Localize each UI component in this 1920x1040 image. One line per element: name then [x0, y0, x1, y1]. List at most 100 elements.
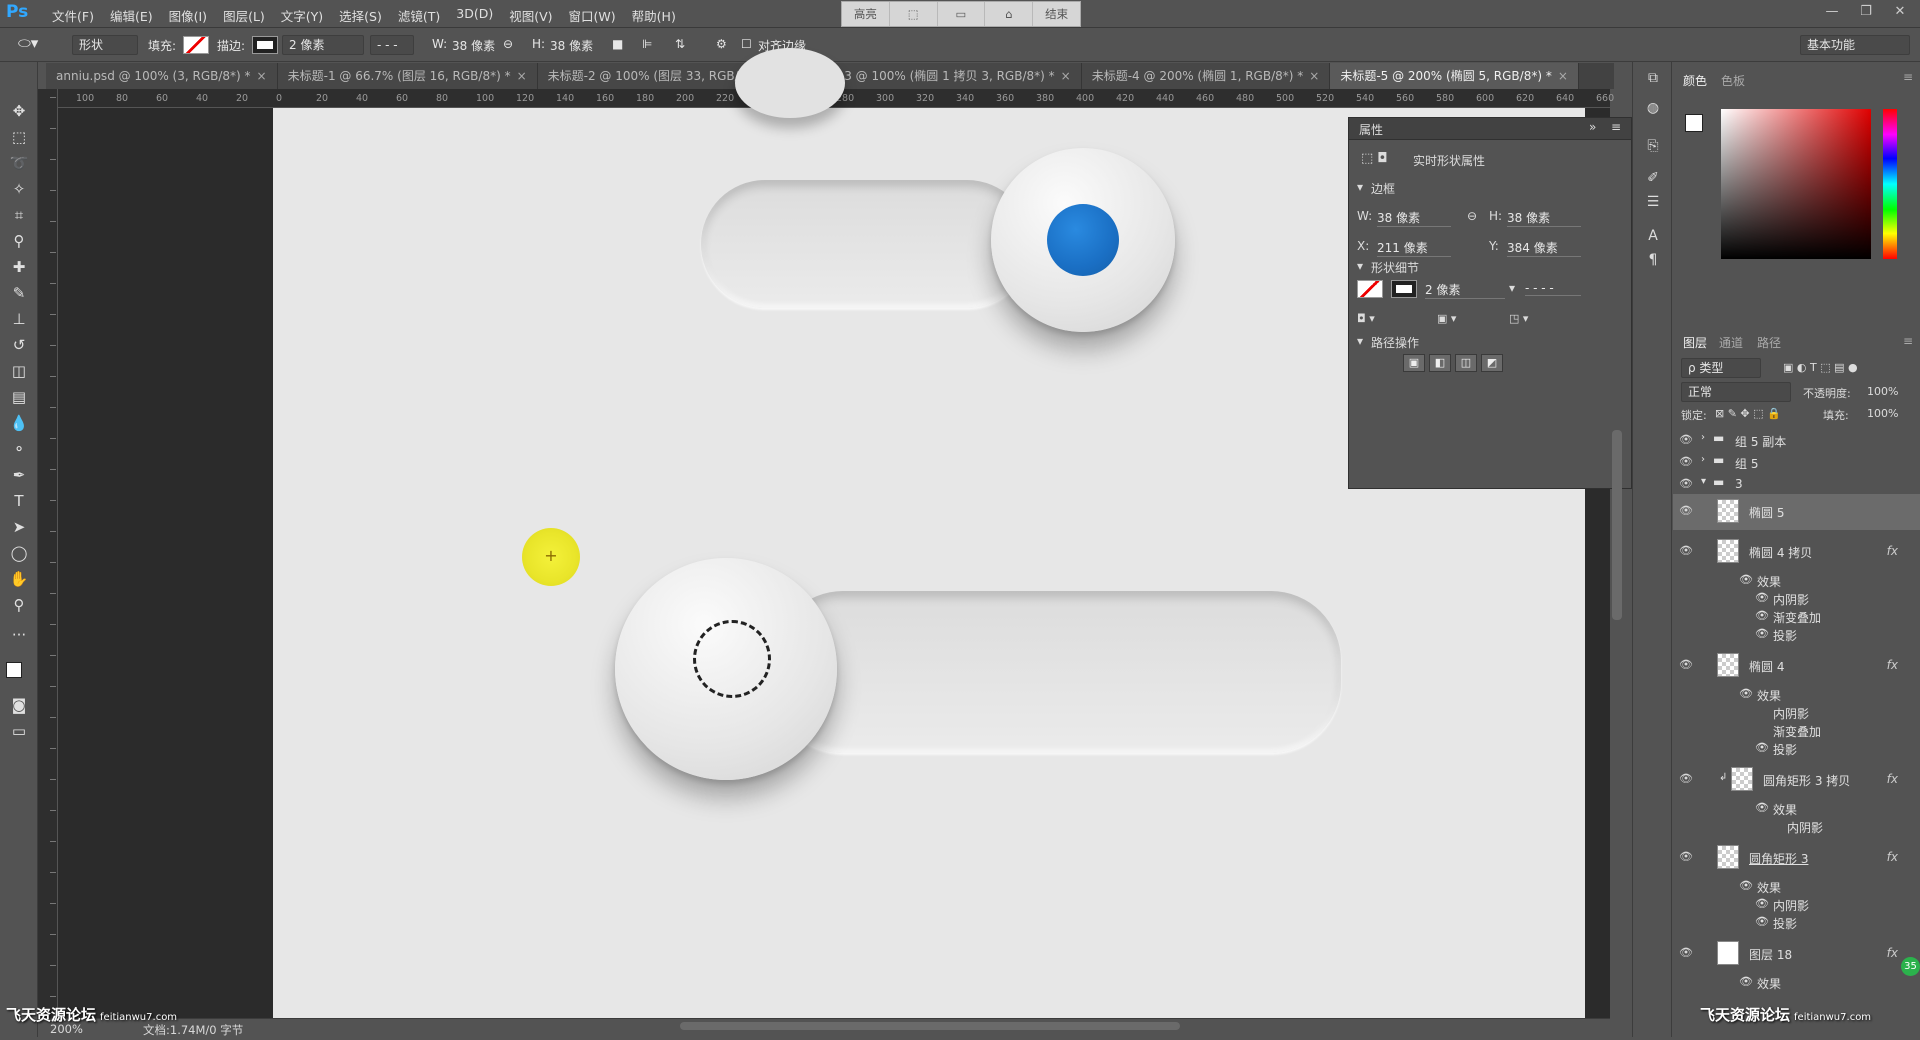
panel-menu-icon[interactable]: ≡: [1903, 70, 1913, 84]
layer-filter-select[interactable]: ρ 类型: [1681, 358, 1761, 378]
eye-icon[interactable]: 👁: [1679, 477, 1693, 490]
menu-view[interactable]: 视图(V): [503, 4, 558, 27]
x-field[interactable]: 211 像素: [1377, 239, 1451, 257]
stroke-width-select[interactable]: 2 像素: [282, 35, 364, 55]
pen-tool-icon[interactable]: ✒: [7, 464, 31, 486]
w-field[interactable]: 38 像素: [1377, 209, 1451, 227]
menu-window[interactable]: 窗口(W): [563, 4, 622, 27]
shape-mask-icon[interactable]: ⬚ ◘: [1361, 151, 1388, 166]
blend-mode-select[interactable]: 正常: [1681, 382, 1791, 402]
height-value[interactable]: 38 像素: [550, 37, 593, 54]
path-operations-icon[interactable]: ■: [612, 37, 623, 51]
effect-inner-shadow[interactable]: 👁 内阴影: [1673, 590, 1920, 608]
chevron-down-icon[interactable]: ▾: [1357, 180, 1363, 194]
tab-color[interactable]: 颜色: [1683, 72, 1707, 89]
character-icon[interactable]: A: [1643, 228, 1663, 248]
ellipse-tool-icon[interactable]: ⬭▾: [18, 34, 38, 52]
layer-rounded-rect-3-copy[interactable]: 👁 ↲ 圆角矩形 3 拷贝 fx: [1673, 762, 1920, 798]
effect-inner-shadow[interactable]: 👁 内阴影: [1673, 896, 1920, 914]
close-icon[interactable]: ×: [257, 69, 267, 83]
minimize-icon[interactable]: —: [1820, 2, 1844, 22]
stroke-swatch[interactable]: [1391, 280, 1417, 298]
eraser-tool-icon[interactable]: ◫: [7, 360, 31, 382]
tab-untitled-4[interactable]: 未标题-4 @ 200% (椭圆 1, RGB/8*) * ×: [1081, 63, 1331, 89]
clone-source-icon[interactable]: ⎘: [1643, 138, 1663, 158]
window-icon[interactable]: ▭: [938, 2, 986, 26]
fx-icon[interactable]: fx: [1887, 850, 1898, 864]
chevron-right-icon[interactable]: ›: [1701, 432, 1705, 443]
stamp-tool-icon[interactable]: ⊥: [7, 308, 31, 330]
foreground-color-swatch[interactable]: [6, 662, 22, 678]
effect-drop-shadow[interactable]: 👁 投影: [1673, 914, 1920, 932]
fill-swatch[interactable]: [1357, 280, 1383, 298]
toggle-knob-off[interactable]: [615, 558, 837, 780]
fill-value[interactable]: 100%: [1867, 407, 1898, 420]
dodge-tool-icon[interactable]: ⚬: [7, 438, 31, 460]
y-field[interactable]: 384 像素: [1507, 239, 1581, 257]
panel-menu-icon[interactable]: ≡: [1611, 120, 1621, 134]
eye-icon[interactable]: 👁: [1679, 544, 1693, 557]
width-value[interactable]: 38 像素: [452, 37, 495, 54]
close-icon[interactable]: ×: [1061, 69, 1071, 83]
color-picker-field[interactable]: [1721, 109, 1871, 259]
menu-type[interactable]: 文字(Y): [275, 4, 329, 27]
opacity-value[interactable]: 100%: [1867, 385, 1898, 398]
gear-icon[interactable]: ⚙: [716, 37, 727, 51]
close-icon[interactable]: ✕: [1888, 2, 1912, 22]
adjustments-icon[interactable]: ◍: [1643, 100, 1663, 120]
magic-wand-icon[interactable]: ✧: [7, 178, 31, 200]
close-icon[interactable]: ×: [1558, 69, 1568, 83]
brush-tool-icon[interactable]: ✎: [7, 282, 31, 304]
effect-inner-shadow[interactable]: 内阴影: [1673, 818, 1920, 836]
menu-filter[interactable]: 滤镜(T): [392, 4, 446, 27]
eye-icon[interactable]: 👁: [1679, 433, 1693, 446]
stroke-align-select[interactable]: ◘ ▾: [1357, 312, 1375, 325]
menu-3d[interactable]: 3D(D): [450, 4, 499, 27]
tab-anniu[interactable]: anniu.psd @ 100% (3, RGB/8*) * ×: [46, 63, 278, 89]
more-tools-icon[interactable]: ···: [7, 624, 31, 646]
path-select-icon[interactable]: ➤: [7, 516, 31, 538]
menu-image[interactable]: 图像(I): [163, 4, 213, 27]
chevron-down-icon[interactable]: ▾: [1357, 334, 1363, 348]
fx-icon[interactable]: fx: [1887, 658, 1898, 672]
workspace-select[interactable]: 基本功能: [1800, 35, 1910, 55]
chevron-down-icon[interactable]: ▾: [1509, 281, 1515, 295]
chevron-right-icon[interactable]: ›: [1701, 454, 1705, 465]
lasso-tool-icon[interactable]: ➰: [7, 152, 31, 174]
stroke-style-select[interactable]: - - -: [370, 35, 414, 55]
quick-mask-icon[interactable]: ◙: [7, 694, 31, 716]
effect-gradient-overlay[interactable]: 👁 渐变叠加: [1673, 608, 1920, 626]
eyedropper-icon[interactable]: ⚲: [7, 230, 31, 252]
eye-icon[interactable]: 👁: [1679, 504, 1693, 517]
menu-edit[interactable]: 编辑(E): [104, 4, 159, 27]
history-brush-icon[interactable]: ↺: [7, 334, 31, 356]
chevron-down-icon[interactable]: ▾: [1357, 259, 1363, 273]
collapse-icon[interactable]: »: [1589, 120, 1596, 134]
crop-tool-icon[interactable]: ⌗: [7, 204, 31, 226]
eye-icon[interactable]: 👁: [1755, 801, 1769, 814]
stroke-swatch[interactable]: [252, 36, 278, 54]
layer-ellipse-4-copy[interactable]: 👁 椭圆 4 拷贝 fx: [1673, 534, 1920, 570]
fill-swatch[interactable]: [183, 36, 209, 54]
tab-channels[interactable]: 通道: [1719, 334, 1743, 351]
h-field[interactable]: 38 像素: [1507, 209, 1581, 227]
mode-select[interactable]: 形状: [72, 35, 138, 55]
horizontal-scrollbar[interactable]: [680, 1022, 1180, 1030]
eye-icon[interactable]: 👁: [1679, 658, 1693, 671]
toggle-knob-on[interactable]: [991, 148, 1175, 332]
link-icon[interactable]: ⊖: [1467, 209, 1477, 223]
paragraph-icon[interactable]: ¶: [1643, 252, 1663, 272]
eye-icon[interactable]: 👁: [1755, 741, 1769, 754]
region-icon[interactable]: ⬚: [890, 2, 938, 26]
subtract-shape-button[interactable]: ◧: [1429, 354, 1451, 372]
fx-icon[interactable]: fx: [1887, 544, 1898, 558]
move-tool-icon[interactable]: ✥: [7, 100, 31, 122]
lock-icons[interactable]: ⊠ ✎ ✥ ⬚ 🔒: [1715, 407, 1781, 420]
align-edges-checkbox[interactable]: ☐: [741, 37, 752, 51]
foreground-color-swatch[interactable]: [1685, 114, 1703, 132]
marquee-tool-icon[interactable]: ⬚: [7, 126, 31, 148]
eye-icon[interactable]: 👁: [1755, 591, 1769, 604]
brush-presets-icon[interactable]: ✐: [1643, 170, 1663, 190]
eye-icon[interactable]: 👁: [1679, 850, 1693, 863]
chevron-down-icon[interactable]: ▾: [1701, 476, 1706, 487]
